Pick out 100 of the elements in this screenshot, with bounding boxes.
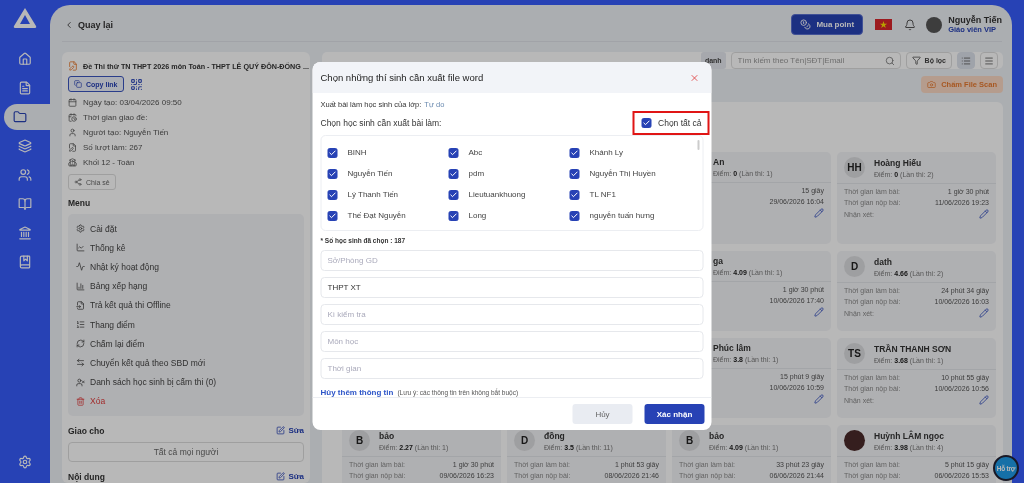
menu-item[interactable]: Xóa [76, 391, 296, 411]
menu-item[interactable]: Nhật ký hoạt động [76, 257, 296, 277]
student-name: bảo [709, 430, 726, 441]
input-field[interactable]: THPT XT [320, 277, 704, 298]
edit-button[interactable] [979, 209, 989, 219]
checkbox[interactable] [327, 189, 338, 200]
checkbox[interactable] [327, 147, 338, 158]
student-option[interactable]: pdm [448, 163, 570, 184]
menu-item[interactable]: Danh sách học sinh bị cấm thi (0) [76, 372, 296, 392]
filter-icon [911, 56, 921, 65]
checkbox[interactable] [448, 210, 459, 221]
menu-item[interactable]: Trả kết quả thi Offline [76, 295, 296, 315]
student-name: ga [713, 256, 724, 266]
checkbox[interactable] [327, 210, 338, 221]
checkbox[interactable] [448, 168, 459, 179]
calendar-clock-icon [68, 113, 77, 122]
list-icon[interactable] [957, 52, 975, 69]
student-option[interactable]: nguyễn tuấn hưng [569, 205, 691, 226]
checkbox[interactable] [569, 210, 580, 221]
checkbox[interactable] [569, 189, 580, 200]
checkbox[interactable] [641, 118, 651, 128]
cancel-button[interactable]: Hủy [572, 404, 633, 424]
edit-button[interactable] [979, 308, 989, 318]
input-field[interactable]: Thời gian [320, 358, 704, 379]
avatar-placeholder[interactable] [926, 16, 943, 33]
input-field[interactable]: Môn học [320, 331, 704, 352]
qr-code-icon[interactable] [129, 77, 143, 91]
student-option[interactable]: Khánh Ly [569, 142, 691, 163]
menu-item[interactable]: Thống kê [76, 238, 296, 258]
student-option[interactable]: Abc [448, 142, 570, 163]
menu-item[interactable]: Thang điểm [76, 314, 296, 335]
section-title: Menu [68, 198, 91, 208]
check-icon [328, 148, 337, 157]
check-icon [642, 119, 650, 127]
student-option[interactable]: Lieutuankhuong [448, 184, 570, 205]
share-icon [74, 178, 82, 186]
info-text: Số lượt làm: 267 [83, 143, 143, 152]
student-name: An [713, 157, 726, 167]
confirm-button[interactable]: Xác nhận [644, 404, 705, 424]
edit-button[interactable] [814, 307, 824, 317]
checkbox[interactable] [448, 147, 459, 158]
checkbox[interactable] [448, 189, 459, 200]
cancel-info-link[interactable]: Hủy thêm thông tin [320, 388, 394, 397]
user-name: Nguyễn Tiến [948, 15, 1002, 25]
student-option[interactable]: Long [448, 205, 570, 226]
buy-point-button[interactable]: Mua point [791, 14, 864, 35]
input-field[interactable]: Kì kiểm tra [320, 304, 704, 325]
edit-link[interactable]: Sửa [276, 472, 304, 482]
menu-item[interactable]: Bảng xếp hạng [76, 276, 296, 296]
student-option[interactable]: Nguyễn Tiến [327, 163, 449, 184]
checkbox[interactable] [327, 168, 338, 179]
folder-icon[interactable] [13, 109, 27, 124]
info-text: Khối 12 - Toán [83, 158, 135, 167]
menu-item[interactable]: Chấm lại điểm [76, 334, 296, 354]
flag-icon[interactable] [875, 19, 893, 30]
choose-label: Chọn học sinh cần xuất bài làm: [320, 118, 442, 128]
back-link[interactable]: Quay lại [64, 19, 113, 30]
section-title: Giao cho [68, 425, 105, 436]
pencil-icon [979, 209, 989, 219]
edit-button[interactable] [979, 395, 989, 405]
notebook-icon[interactable] [18, 254, 32, 269]
file-import-icon [76, 300, 85, 310]
close-icon [689, 72, 700, 83]
layers-icon[interactable] [18, 138, 32, 153]
edit-link[interactable]: Sửa [276, 426, 304, 436]
bank-icon[interactable] [18, 225, 32, 240]
info-text: Người tạo: Nguyễn Tiến [83, 128, 169, 137]
menu-item[interactable]: Chuyển kết quả theo SBD mới [76, 353, 296, 373]
check-icon [570, 169, 579, 178]
student-option[interactable]: TL NF1 [569, 184, 691, 205]
input-field[interactable]: Sở/Phòng GD [320, 250, 704, 271]
book-icon[interactable] [18, 196, 32, 211]
avatar-initials: D [844, 256, 865, 277]
file-edit-icon [68, 143, 77, 152]
logo-icon[interactable] [12, 6, 38, 30]
student-option[interactable]: Thế Đạt Nguyễn [327, 205, 449, 226]
select-all-checkbox[interactable]: Chọn tất cả [632, 111, 710, 135]
checkbox[interactable] [569, 147, 580, 158]
student-name: Huỳnh LÂM ngọc [874, 430, 944, 441]
checkbox[interactable] [569, 168, 580, 179]
line-chart-icon [76, 243, 85, 253]
edit-button[interactable] [814, 208, 824, 218]
student-option[interactable]: BINH [327, 142, 449, 163]
avatar-placeholder [844, 430, 865, 451]
student-option[interactable]: Lý Thanh Tiến [327, 184, 449, 205]
document-icon[interactable] [18, 80, 32, 95]
user-x-icon [76, 377, 85, 387]
user-icon [68, 128, 77, 137]
settings-icon[interactable] [18, 455, 32, 469]
edit-button[interactable] [814, 394, 824, 404]
menu-item[interactable]: Cài đặt [76, 219, 296, 239]
student-option[interactable]: Nguyễn Thị Huyền [569, 163, 691, 184]
info-text: Thời gian giao đề: [83, 113, 148, 122]
student-name: Phúc lâm [713, 343, 752, 353]
check-icon [449, 211, 458, 220]
users-icon[interactable] [18, 167, 32, 182]
home-icon[interactable] [18, 51, 32, 66]
bell-icon[interactable] [904, 18, 917, 31]
calendar-icon [68, 98, 77, 107]
edit-icon [276, 472, 286, 482]
